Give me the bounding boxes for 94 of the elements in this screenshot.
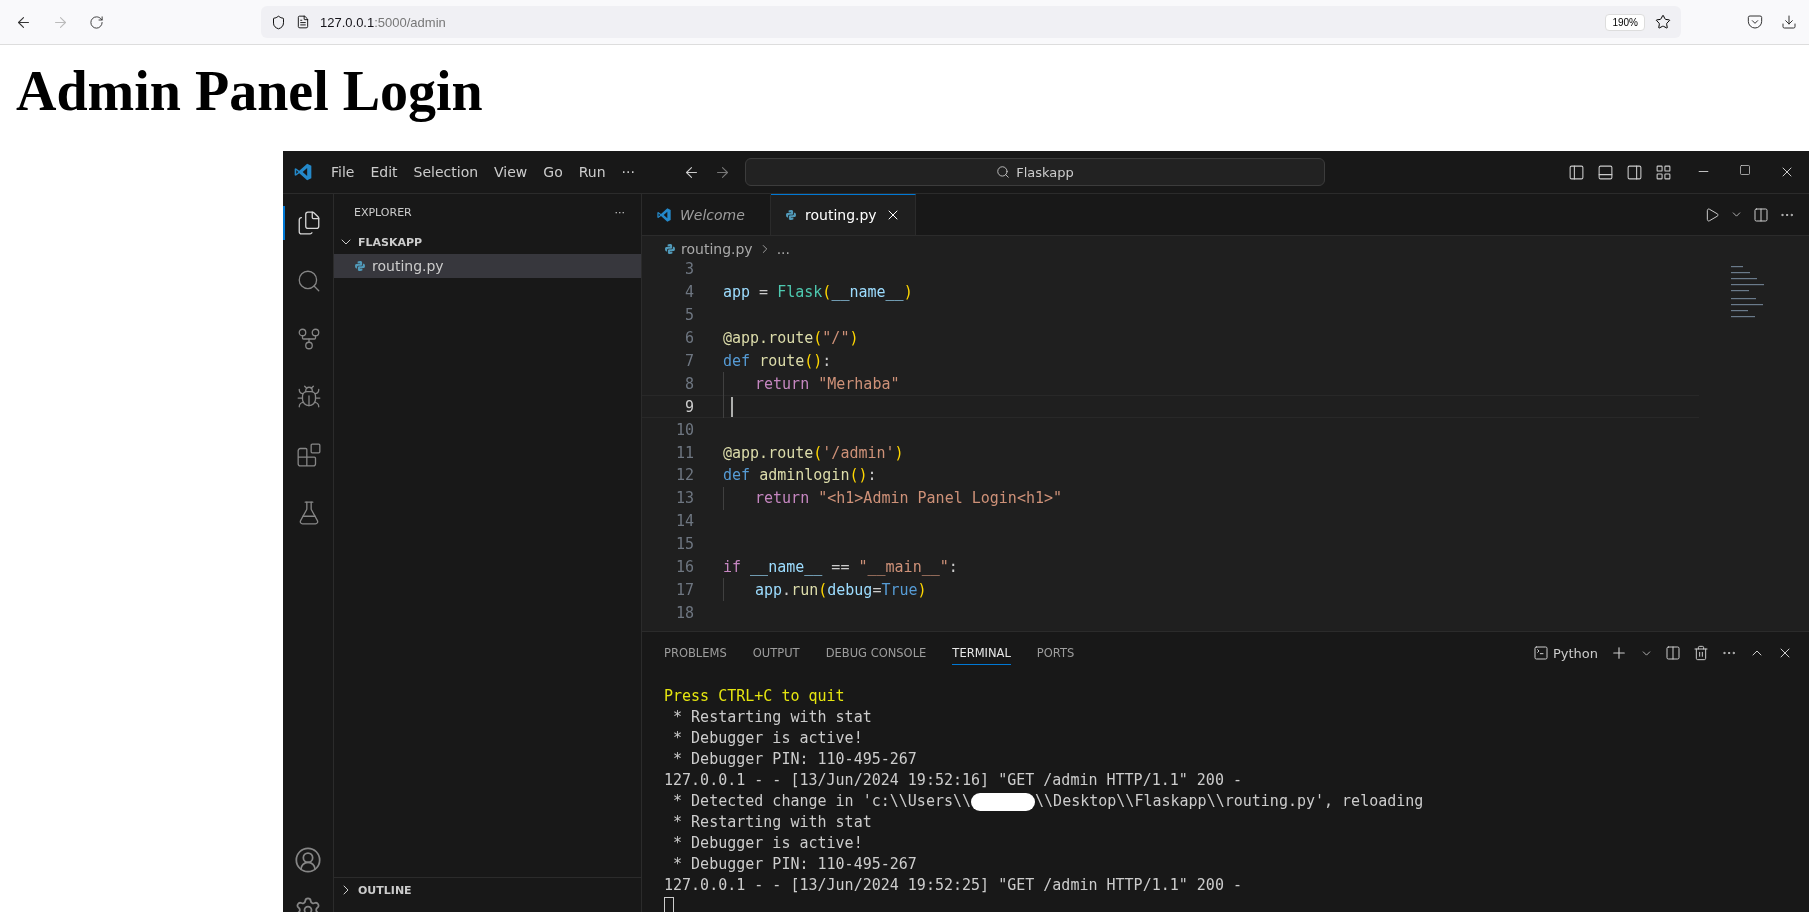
terminal-line: * Debugger is active! [672, 728, 863, 749]
pocket-icon[interactable] [1747, 14, 1763, 30]
terminal-cursor [664, 896, 674, 912]
menu-item[interactable]: Run [570, 164, 614, 180]
code-line: def route(): [723, 352, 832, 370]
menu-item[interactable]: View [486, 164, 536, 180]
line-number: 7 [683, 352, 694, 370]
redaction-scribble [971, 792, 1036, 811]
line-number: 10 [674, 420, 694, 439]
line-number: 14 [674, 512, 694, 531]
python-file-icon [354, 260, 366, 272]
split-terminal-icon[interactable] [1665, 645, 1681, 661]
files-icon [296, 210, 322, 236]
code-line: @app.route("/") [723, 329, 859, 348]
terminal-line: \\Desktop\\Flaskapp\\routing.py', reloading [1035, 791, 1424, 812]
line-number: 5 [683, 306, 694, 325]
terminal-line: * Detected change in 'c:\\Users\\ [672, 791, 972, 812]
more-actions-button[interactable]: ··· [614, 205, 625, 219]
secondary-sidebar-icon[interactable] [1626, 163, 1643, 181]
sidebar-layout-icon[interactable] [1568, 163, 1585, 181]
terminal-line: 127.0.0.1 - - [13/Jun/2024 19:52:16] "GET /admin HTTP/1.1" 200 - [664, 770, 1242, 791]
maximize-icon[interactable] [1739, 164, 1751, 176]
page-icon [296, 15, 310, 29]
minimap-drawing [1731, 266, 1765, 318]
code-line: app = Flask(__name__) [723, 283, 913, 302]
python-file-icon [664, 243, 676, 255]
explorer-title: EXPLORER [354, 205, 412, 219]
line-number: 16 [674, 558, 694, 576]
editor-logo-icon [656, 207, 672, 223]
outline-section[interactable]: OUTLINE [334, 877, 641, 902]
code-line: if __name__ == "__main__": [723, 558, 958, 576]
url-text: 127.0.0.1:5000/admin [320, 14, 446, 30]
line-number: 13 [674, 489, 694, 508]
trash-icon[interactable] [1693, 645, 1709, 661]
account-icon[interactable] [294, 846, 322, 874]
reload-icon [89, 14, 104, 30]
layout-icon[interactable] [1655, 163, 1672, 181]
code-line: return "<h1>Admin Panel Login<h1>" [755, 489, 1063, 508]
code-line: def adminlogin(): [723, 466, 877, 485]
line-number: 11 [674, 443, 694, 462]
terminal-line: Press CTRL+C to quit [664, 686, 845, 707]
download-icon[interactable] [1781, 14, 1797, 30]
menu-item[interactable]: Go [535, 164, 571, 180]
text-cursor [731, 396, 733, 417]
line-number: 6 [683, 329, 694, 348]
split-editor-icon[interactable] [1753, 206, 1769, 223]
address-bar[interactable]: 127.0.0.1:5000/admin 190% [261, 6, 1681, 38]
command-search-field[interactable]: Flaskapp [744, 158, 1325, 186]
terminal-line: * Debugger PIN: 110-495-267 [672, 749, 917, 770]
terminal-line: * Debugger PIN: 110-495-267 [672, 854, 917, 875]
code-line: return "Merhaba" [755, 374, 900, 393]
bookmark-star-icon[interactable] [1655, 14, 1671, 30]
terminal-line: * Restarting with stat [672, 812, 872, 833]
line-number: 12 [674, 466, 694, 485]
panel-tab[interactable]: PORTS [1036, 641, 1075, 665]
run-icon[interactable] [1704, 206, 1720, 223]
line-number: 15 [674, 535, 694, 554]
panel-tab[interactable]: DEBUG CONSOLE [825, 641, 927, 665]
editor-tab[interactable]: routing.py [771, 194, 916, 235]
terminal-icon [1532, 645, 1549, 661]
menu-item[interactable]: File [323, 164, 363, 180]
search-icon [996, 165, 1011, 179]
menu-item[interactable]: Selection [405, 164, 487, 180]
line-number: 3 [683, 262, 694, 279]
zoom-level[interactable]: 190% [1605, 13, 1645, 31]
breadcrumb[interactable]: routing.py ... [642, 236, 1809, 262]
panel-layout-icon[interactable] [1597, 163, 1614, 181]
menu-item[interactable]: Edit [362, 164, 406, 180]
code-line: app.run(debug=True) [755, 580, 927, 599]
terminal-line: * Restarting with stat [672, 707, 872, 728]
line-number: 9 [683, 397, 694, 416]
line-number: 17 [674, 580, 694, 599]
search-icon [296, 268, 322, 294]
debug-icon [296, 384, 322, 410]
line-number: 18 [674, 603, 694, 622]
line-number: 8 [683, 374, 694, 393]
line-number: 4 [683, 283, 694, 302]
panel-tab[interactable]: OUTPUT [752, 641, 800, 665]
code-line: @app.route('/admin') [723, 443, 904, 462]
page-heading: Admin Panel Login [16, 59, 484, 124]
menu-item[interactable]: ··· [613, 164, 643, 180]
explorer-file-row[interactable]: routing.py [334, 254, 641, 278]
extensions-icon [296, 442, 322, 468]
git-icon [296, 326, 322, 352]
panel-tab[interactable]: PROBLEMS [664, 641, 727, 665]
shield-icon [271, 14, 286, 30]
panel-tab[interactable]: TERMINAL [952, 641, 1011, 665]
terminal-line: 127.0.0.1 - - [13/Jun/2024 19:52:25] "GET /admin HTTP/1.1" 200 - [664, 875, 1242, 896]
terminal-line: * Debugger is active! [672, 833, 863, 854]
folder-row[interactable]: FLASKAPP [334, 230, 641, 254]
editor-logo-icon [293, 162, 313, 182]
python-file-icon [785, 209, 797, 221]
add-terminal-icon[interactable] [1610, 644, 1628, 662]
terminal-selector[interactable]: Python [1532, 645, 1598, 661]
